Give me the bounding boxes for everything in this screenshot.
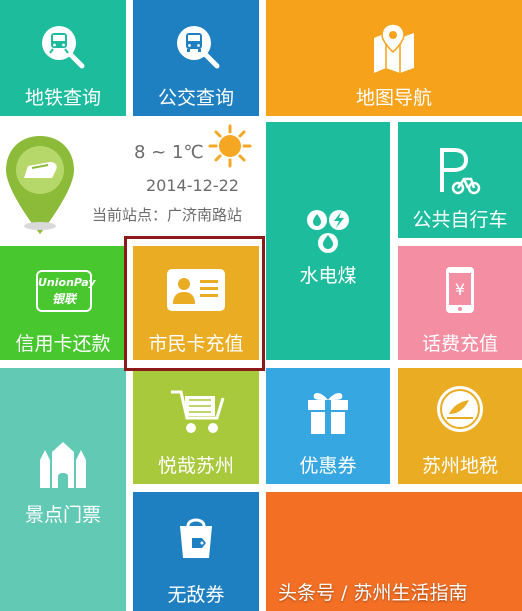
tile-credit-label: 信用卡还款 bbox=[15, 333, 111, 355]
water-electric-gas-icon bbox=[307, 210, 349, 253]
tile-orange-banner[interactable]: 头条号 / 苏州生活指南 bbox=[266, 492, 522, 611]
tile-subway[interactable]: 地铁查询 bbox=[0, 0, 126, 116]
tile-coupon[interactable]: 优惠券 bbox=[266, 368, 390, 484]
tile-wudi[interactable]: 无敌券 bbox=[133, 492, 259, 611]
weather-date: 2014-12-22 bbox=[146, 176, 239, 195]
tile-bus-label: 公交查询 bbox=[157, 87, 234, 109]
tile-subway-label: 地铁查询 bbox=[24, 87, 101, 109]
subway-search-icon bbox=[42, 26, 85, 69]
tile-utility[interactable]: 水电煤 bbox=[266, 122, 390, 360]
weather-panel: 8 ~ 1℃ 2014-12-22 当前站点：广济南路站 bbox=[0, 122, 264, 242]
tile-credit[interactable]: UnionPay 银联 信用卡还款 bbox=[0, 246, 126, 360]
tile-tax[interactable]: 苏州地税 bbox=[398, 368, 522, 484]
bicycle-parking-icon bbox=[440, 148, 481, 195]
tile-utility-label: 水电煤 bbox=[299, 265, 357, 287]
watermark-text: 头条号 / 苏州生活指南 bbox=[278, 582, 468, 604]
gift-icon bbox=[308, 393, 348, 434]
tile-bike-label: 公共自行车 bbox=[412, 209, 508, 231]
bus-search-icon bbox=[177, 26, 220, 69]
map-pin-icon bbox=[374, 24, 414, 73]
highlight-frame bbox=[124, 236, 265, 371]
unionpay-logo: UnionPay 银联 bbox=[36, 270, 96, 312]
current-station: 当前站点：广济南路站 bbox=[92, 206, 243, 224]
tile-bike[interactable]: 公共自行车 bbox=[398, 122, 522, 238]
tile-map[interactable]: 地图导航 bbox=[266, 0, 522, 116]
tile-tax-label: 苏州地税 bbox=[421, 455, 498, 477]
tile-tickets[interactable]: 景点门票 bbox=[0, 368, 126, 611]
tile-phone[interactable]: ¥ 话费充值 bbox=[398, 246, 522, 360]
svg-text:¥: ¥ bbox=[455, 280, 465, 299]
tile-phone-label: 话费充值 bbox=[421, 333, 498, 355]
tile-map-label: 地图导航 bbox=[355, 87, 432, 109]
tile-coupon-label: 优惠券 bbox=[299, 455, 357, 477]
phone-yuan-icon: ¥ bbox=[446, 267, 474, 313]
train-location-pin-icon bbox=[6, 136, 74, 234]
tile-bus[interactable]: 公交查询 bbox=[133, 0, 259, 116]
sun-icon bbox=[208, 124, 252, 168]
tile-tickets-label: 景点门票 bbox=[24, 504, 101, 526]
castle-icon bbox=[40, 442, 86, 488]
tile-wudi-label: 无敌券 bbox=[167, 584, 225, 606]
weather-temperature: 8 ~ 1℃ bbox=[134, 142, 204, 163]
tile-shopping[interactable]: 悦哉苏州 bbox=[133, 368, 259, 484]
shopping-bag-icon bbox=[180, 518, 212, 558]
tile-shopping-label: 悦哉苏州 bbox=[157, 455, 234, 477]
tax-emblem-icon bbox=[437, 386, 483, 432]
shopping-cart-icon bbox=[171, 390, 225, 433]
